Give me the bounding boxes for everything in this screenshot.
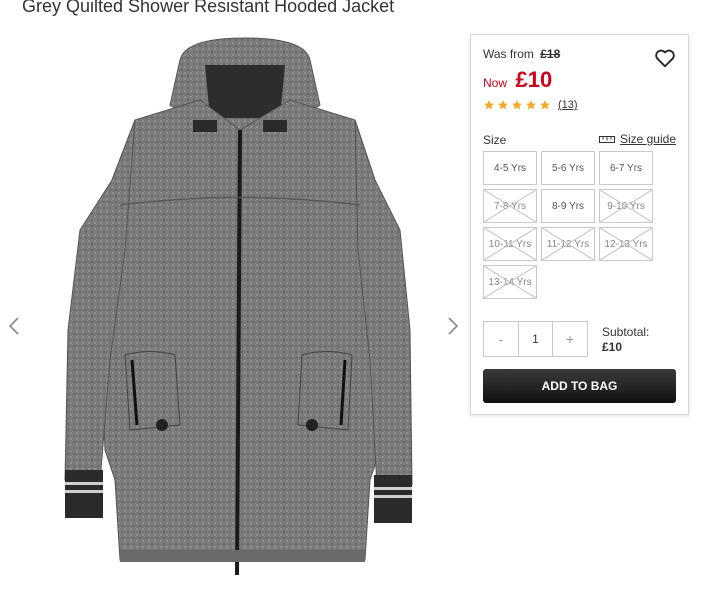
now-label: Now bbox=[483, 76, 508, 90]
size-guide-link[interactable]: Size guide bbox=[598, 132, 676, 146]
size-option-button[interactable]: 5-6 Yrs bbox=[541, 151, 595, 185]
size-option-button[interactable]: 9-10 Yrs bbox=[599, 189, 653, 223]
subtotal-value: £10 bbox=[602, 340, 623, 354]
was-price-row: Was from £18 bbox=[483, 47, 560, 61]
quantity-stepper[interactable]: - 1 + bbox=[483, 321, 588, 357]
size-option-button[interactable]: 11-12 Yrs bbox=[541, 227, 595, 261]
unavailable-cross-icon bbox=[484, 228, 536, 260]
size-option-button[interactable]: 8-9 Yrs bbox=[541, 189, 595, 223]
wishlist-heart-icon[interactable] bbox=[654, 47, 676, 69]
quantity-increment-button[interactable]: + bbox=[553, 322, 587, 356]
size-label: Size bbox=[483, 133, 507, 147]
unavailable-cross-icon bbox=[484, 266, 536, 298]
unavailable-cross-icon bbox=[484, 190, 536, 222]
unavailable-cross-icon bbox=[600, 190, 652, 222]
quantity-decrement-button[interactable]: - bbox=[484, 322, 518, 356]
product-gallery bbox=[0, 30, 470, 591]
rating[interactable]: (13) bbox=[483, 99, 578, 111]
now-price-row: Now £10 bbox=[483, 67, 552, 93]
size-option-label: 8-9 Yrs bbox=[551, 200, 585, 212]
ruler-icon bbox=[598, 136, 615, 143]
size-option-label: 5-6 Yrs bbox=[551, 162, 585, 174]
size-option-label: 4-5 Yrs bbox=[493, 162, 527, 174]
size-option-button[interactable]: 6-7 Yrs bbox=[599, 151, 653, 185]
now-price: £10 bbox=[515, 67, 553, 92]
was-label: Was from bbox=[483, 47, 534, 61]
star-icon bbox=[512, 100, 522, 110]
next-image-arrow-icon[interactable] bbox=[443, 314, 463, 338]
buy-panel: Was from £18 Now £10 (13) Size Size guid… bbox=[470, 34, 689, 415]
product-title: Grey Quilted Shower Resistant Hooded Jac… bbox=[22, 0, 395, 16]
size-option-button[interactable]: 13-14 Yrs bbox=[483, 265, 537, 299]
size-options: 4-5 Yrs 5-6 Yrs 6-7 Yrs 7-8 Yrs 8-9 Yrs 9-10 … bbox=[483, 151, 683, 299]
unavailable-cross-icon bbox=[600, 228, 652, 260]
size-option-button[interactable]: 4-5 Yrs bbox=[483, 151, 537, 185]
star-icon bbox=[540, 100, 550, 110]
quantity-input[interactable]: 1 bbox=[518, 322, 553, 356]
star-icon bbox=[526, 100, 536, 110]
star-icon bbox=[484, 100, 494, 110]
subtotal: Subtotal: £10 bbox=[602, 325, 649, 355]
size-guide-label: Size guide bbox=[619, 132, 676, 146]
size-option-button[interactable]: 12-13 Yrs bbox=[599, 227, 653, 261]
add-to-bag-button[interactable]: ADD TO BAG bbox=[483, 369, 676, 403]
was-price: £18 bbox=[540, 47, 561, 61]
product-image[interactable] bbox=[40, 30, 440, 591]
subtotal-label: Subtotal: bbox=[602, 325, 650, 339]
size-option-button[interactable]: 7-8 Yrs bbox=[483, 189, 537, 223]
size-option-label: 6-7 Yrs bbox=[609, 162, 643, 174]
star-icon bbox=[498, 100, 508, 110]
rating-stars bbox=[483, 99, 551, 111]
unavailable-cross-icon bbox=[542, 228, 594, 260]
previous-image-arrow-icon[interactable] bbox=[4, 314, 24, 338]
review-count-link[interactable]: (13) bbox=[558, 99, 578, 111]
size-option-button[interactable]: 10-11 Yrs bbox=[483, 227, 537, 261]
